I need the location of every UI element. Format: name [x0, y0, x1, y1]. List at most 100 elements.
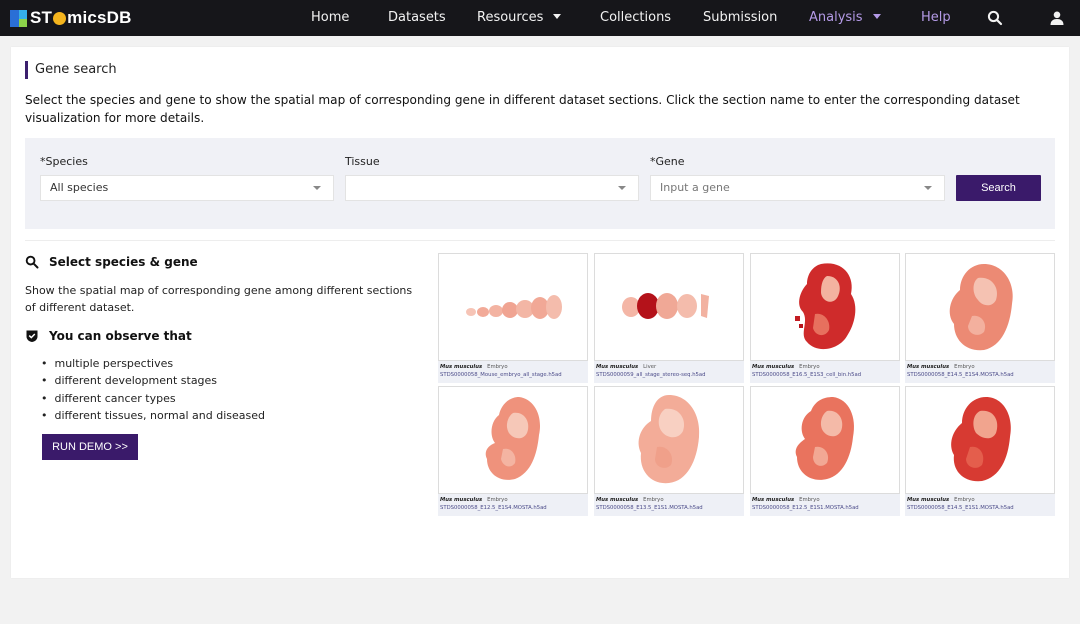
gene-label: *Gene [650, 155, 685, 168]
dataset-tile[interactable]: Mus musculus Embryo STDS0000058_E14.5_E1S… [905, 253, 1055, 383]
species-label: *Species [40, 155, 88, 168]
gene-select-placeholder: Input a gene [660, 181, 730, 194]
spatial-map-thumbnail[interactable] [750, 386, 900, 494]
nav-resources[interactable]: Resources [477, 0, 562, 36]
nav-submission[interactable]: Submission [703, 0, 777, 36]
tile-tissue: Embryo [799, 497, 820, 503]
spatial-map-thumbnail[interactable] [438, 386, 588, 494]
dataset-tile[interactable]: Mus musculus Embryo STDS0000058_E14.5_E1S… [905, 386, 1055, 516]
tile-tissue: Embryo [487, 364, 508, 370]
dataset-tile[interactable]: Mus musculus Liver STDS0000059_all_stage_… [594, 253, 744, 383]
nav-datasets[interactable]: Datasets [388, 0, 446, 36]
gene-search-card: Gene search Select the species and gene … [11, 47, 1069, 578]
tile-caption: Mus musculus Embryo STDS0000058_E14.5_E1S… [905, 494, 1055, 516]
nav-collections-label: Collections [600, 10, 672, 25]
search-filter-panel: *Species All species Tissue *Gene Input … [25, 138, 1055, 229]
species-select[interactable]: All species [40, 175, 334, 201]
tile-tissue: Embryo [954, 364, 975, 370]
tile-species: Mus musculus [907, 497, 950, 503]
tile-species: Mus musculus [752, 364, 795, 370]
section-divider [25, 240, 1055, 241]
top-navbar: ST micsDB Home Datasets Resources Collect… [0, 0, 1080, 36]
spatial-map-thumbnail[interactable] [905, 386, 1055, 494]
page-title: Gene search [25, 61, 117, 79]
tissue-select[interactable] [345, 175, 639, 201]
shield-check-icon [26, 330, 38, 342]
nav-resources-label: Resources [477, 10, 544, 25]
tile-species: Mus musculus [440, 497, 483, 503]
tile-dataset-link[interactable]: STDS0000058_E14.5_E1S1.MOSTA.h5ad [907, 505, 1053, 513]
observation-list: multiple perspectives different developm… [41, 355, 266, 424]
nav-analysis[interactable]: Analysis [809, 0, 881, 36]
nav-datasets-label: Datasets [388, 10, 446, 25]
brand-name-start: ST [30, 8, 53, 27]
search-icon [25, 255, 39, 269]
tile-tissue: Embryo [954, 497, 975, 503]
nav-home-label: Home [311, 10, 350, 25]
observe-heading-text: You can observe that [49, 329, 192, 343]
dataset-tile[interactable]: Mus musculus Embryo STDS0000058_E16.5_E1S… [750, 253, 900, 383]
tile-species: Mus musculus [752, 497, 795, 503]
tile-species: Mus musculus [596, 497, 639, 503]
tile-caption: Mus musculus Embryo STDS0000058_E12.5_E1S… [750, 494, 900, 516]
tissue-label: Tissue [345, 155, 380, 168]
tile-tissue: Embryo [487, 497, 508, 503]
tile-caption: Mus musculus Embryo STDS0000058_E13.5_E1S… [594, 494, 744, 516]
list-item: different cancer types [41, 390, 265, 407]
brand-name-end: micsDB [67, 8, 132, 27]
list-item: different tissues, normal and diseased [41, 407, 266, 424]
tile-dataset-link[interactable]: STDS0000058_Mouse_embryo_all_stage.h5ad [440, 372, 586, 380]
search-icon[interactable] [987, 10, 1003, 26]
nav-help[interactable]: Help [921, 0, 951, 36]
select-species-heading: Select species & gene [25, 254, 198, 270]
chevron-down-icon [313, 186, 321, 190]
chevron-down-icon [872, 14, 881, 19]
tile-caption: Mus musculus Embryo STDS0000058_Mouse_emb… [438, 361, 588, 383]
list-item: different development stages [41, 372, 265, 389]
tile-caption: Mus musculus Embryo STDS0000058_E16.5_E1S… [750, 361, 900, 383]
dataset-tile[interactable]: Mus musculus Embryo STDS0000058_E13.5_E1S… [594, 386, 744, 516]
chevron-down-icon [618, 186, 626, 190]
tile-tissue: Embryo [643, 497, 664, 503]
tile-caption: Mus musculus Embryo STDS0000058_E12.5_E1S… [438, 494, 588, 516]
tile-dataset-link[interactable]: STDS0000058_E13.5_E1S1.MOSTA.h5ad [596, 505, 742, 513]
chevron-down-icon [553, 14, 562, 19]
list-item: multiple perspectives [41, 355, 265, 372]
brand-mark-icon [10, 9, 27, 27]
tile-dataset-link[interactable]: STDS0000059_all_stage_stereo-seq.h5ad [596, 372, 742, 380]
select-species-heading-text: Select species & gene [49, 255, 198, 269]
tile-dataset-link[interactable]: STDS0000058_E14.5_E1S4.MOSTA.h5ad [907, 372, 1053, 380]
spatial-map-thumbnail[interactable] [905, 253, 1055, 361]
chevron-down-icon [924, 186, 932, 190]
tile-dataset-link[interactable]: STDS0000058_E16.5_E1S3_cell_bin.h5ad [752, 372, 898, 380]
run-demo-button[interactable]: RUN DEMO >> [42, 434, 138, 460]
spatial-map-thumbnail[interactable] [750, 253, 900, 361]
info-description: Show the spatial map of corresponding ge… [25, 284, 413, 314]
search-button[interactable]: Search [956, 175, 1041, 201]
brand-name: ST micsDB [30, 8, 132, 28]
dataset-tile[interactable]: Mus musculus Embryo STDS0000058_E12.5_E1S… [750, 386, 900, 516]
page-intro: Select the species and gene to show the … [25, 93, 1020, 125]
tile-caption: Mus musculus Liver STDS0000059_all_stage_… [594, 361, 744, 383]
nav-collections[interactable]: Collections [600, 0, 671, 36]
tile-dataset-link[interactable]: STDS0000058_E12.5_E1S1.MOSTA.h5ad [752, 505, 898, 513]
nav-help-label: Help [921, 10, 951, 25]
spatial-map-thumbnail[interactable] [438, 253, 588, 361]
tile-dataset-link[interactable]: STDS0000058_E12.5_E1S4.MOSTA.h5ad [440, 505, 586, 513]
gene-select[interactable]: Input a gene [650, 175, 945, 201]
brand-o-dot-icon [53, 11, 67, 25]
tile-tissue: Embryo [799, 364, 820, 370]
dataset-tile[interactable]: Mus musculus Embryo STDS0000058_Mouse_emb… [438, 253, 588, 383]
spatial-map-thumbnail[interactable] [594, 253, 744, 361]
dataset-tile[interactable]: Mus musculus Embryo STDS0000058_E12.5_E1S… [438, 386, 588, 516]
tile-caption: Mus musculus Embryo STDS0000058_E14.5_E1S… [905, 361, 1055, 383]
nav-home[interactable]: Home [311, 0, 349, 36]
nav-analysis-label: Analysis [809, 10, 863, 25]
species-select-value: All species [50, 181, 109, 194]
tile-species: Mus musculus [907, 364, 950, 370]
user-icon[interactable] [1049, 10, 1065, 26]
tile-species: Mus musculus [440, 364, 483, 370]
brand-logo[interactable]: ST micsDB [10, 8, 132, 28]
observe-heading: You can observe that [25, 328, 192, 344]
spatial-map-thumbnail[interactable] [594, 386, 744, 494]
